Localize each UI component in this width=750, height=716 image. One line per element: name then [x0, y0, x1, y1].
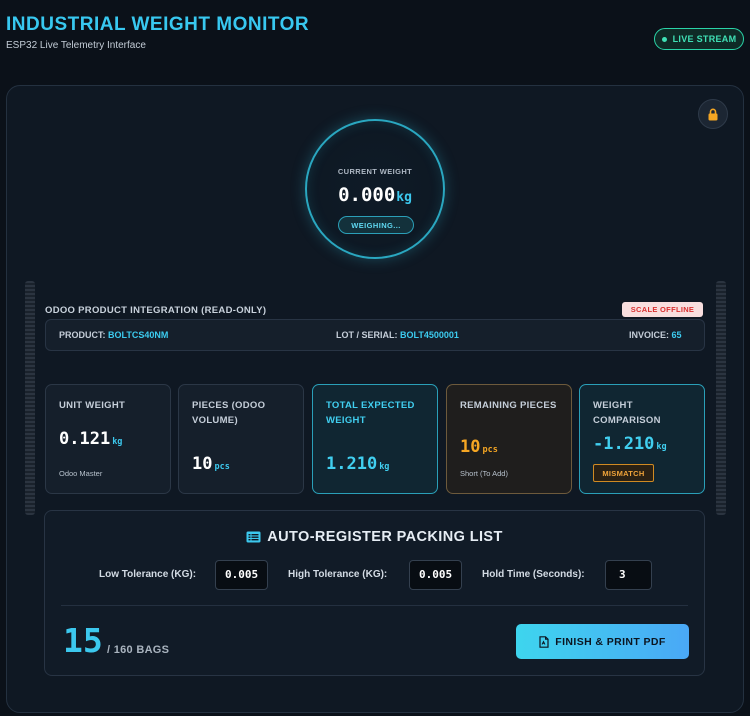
- packing-divider: [61, 605, 688, 606]
- unit-weight-number: 0.121: [59, 429, 111, 449]
- gauge-unit: kg: [396, 190, 412, 205]
- remaining-note: Short (To Add): [460, 469, 508, 478]
- finish-button-label: FINISH & PRINT PDF: [555, 635, 666, 648]
- product-value: BOLTCS40NM: [108, 330, 169, 340]
- comparison-value: -1.210 kg: [593, 434, 667, 454]
- lot-field: LOT / SERIAL: BOLT4500001: [336, 330, 459, 340]
- pieces-label: PIECES (ODOO VOLUME): [192, 400, 266, 426]
- high-tolerance-input[interactable]: 0.005: [409, 560, 462, 590]
- hold-time-label: Hold Time (Seconds):: [482, 569, 585, 580]
- weight-comparison-card: WEIGHT COMPARISON -1.210 kg MISMATCH: [579, 384, 705, 494]
- remaining-pieces-card: REMAINING PIECES 10 pcs Short (To Add): [446, 384, 572, 494]
- left-level-bar: [25, 281, 35, 515]
- odoo-section-title: ODOO PRODUCT INTEGRATION (READ-ONLY): [45, 305, 267, 316]
- bag-count: 15: [63, 621, 103, 660]
- gauge-label: CURRENT WEIGHT: [337, 167, 413, 176]
- packing-list-title: AUTO-REGISTER PACKING LIST: [45, 529, 704, 545]
- total-expected-card: TOTAL EXPECTED WEIGHT 1.210 kg: [312, 384, 438, 494]
- comparison-number: -1.210: [593, 434, 655, 454]
- unit-weight-note: Odoo Master: [59, 469, 103, 478]
- low-tolerance-input[interactable]: 0.005: [215, 560, 268, 590]
- live-stream-badge[interactable]: LIVE STREAM: [654, 28, 744, 50]
- total-expected-label: TOTAL EXPECTED WEIGHT: [326, 400, 415, 426]
- pdf-file-icon: [539, 635, 549, 648]
- lock-icon: [708, 108, 718, 120]
- pieces-number: 10: [192, 454, 213, 474]
- unit-weight-card: UNIT WEIGHT 0.121 kg Odoo Master: [45, 384, 171, 494]
- total-expected-number: 1.210: [326, 454, 378, 474]
- app-subtitle: ESP32 Live Telemetry Interface: [6, 40, 146, 51]
- list-icon: [246, 531, 261, 543]
- unit-weight-value: 0.121 kg: [59, 429, 122, 449]
- packing-title-text: AUTO-REGISTER PACKING LIST: [267, 529, 503, 545]
- invoice-label: INVOICE:: [629, 330, 670, 340]
- finish-print-pdf-button[interactable]: FINISH & PRINT PDF: [516, 624, 689, 659]
- invoice-field: INVOICE: 65: [629, 330, 682, 340]
- current-weight-value: 0.000kg: [307, 184, 443, 206]
- live-dot-icon: [661, 36, 667, 42]
- packing-list-panel: AUTO-REGISTER PACKING LIST Low Tolerance…: [44, 510, 705, 676]
- total-expected-value: 1.210 kg: [326, 454, 389, 474]
- pieces-unit: pcs: [214, 462, 230, 472]
- bag-total: / 160 BAGS: [107, 644, 170, 656]
- remaining-unit: pcs: [482, 445, 498, 455]
- weight-gauge: CURRENT WEIGHT 0.000kg WEIGHING...: [305, 119, 445, 259]
- live-stream-label: LIVE STREAM: [672, 34, 737, 44]
- lot-label: LOT / SERIAL:: [336, 330, 398, 340]
- low-tolerance-label: Low Tolerance (KG):: [99, 569, 197, 580]
- high-tolerance-label: High Tolerance (KG):: [288, 569, 388, 580]
- pieces-value: 10 pcs: [192, 454, 230, 474]
- lock-button[interactable]: [698, 99, 728, 129]
- unit-weight-unit: kg: [112, 437, 123, 447]
- comparison-label: WEIGHT COMPARISON: [593, 400, 661, 426]
- product-field: PRODUCT: BOLTCS40NM: [59, 330, 168, 340]
- invoice-value: 65: [671, 330, 682, 340]
- remaining-value: 10 pcs: [460, 437, 498, 457]
- mismatch-badge: MISMATCH: [593, 464, 654, 482]
- pieces-card: PIECES (ODOO VOLUME) 10 pcs: [178, 384, 304, 494]
- odoo-info-bar: PRODUCT: BOLTCS40NM LOT / SERIAL: BOLT45…: [45, 319, 705, 351]
- lot-value: BOLT4500001: [400, 330, 459, 340]
- app-title: INDUSTRIAL WEIGHT MONITOR: [6, 14, 310, 35]
- scale-offline-badge: SCALE OFFLINE: [622, 302, 703, 317]
- hold-time-input[interactable]: 3: [605, 560, 652, 590]
- product-label: PRODUCT:: [59, 330, 106, 340]
- right-level-bar: [716, 281, 726, 515]
- unit-weight-label: UNIT WEIGHT: [59, 400, 126, 411]
- gauge-value: 0.000: [338, 184, 396, 206]
- comparison-unit: kg: [656, 442, 667, 452]
- gauge-status-badge: WEIGHING...: [338, 216, 414, 234]
- remaining-number: 10: [460, 437, 481, 457]
- remaining-label: REMAINING PIECES: [460, 400, 557, 411]
- total-expected-unit: kg: [379, 462, 390, 472]
